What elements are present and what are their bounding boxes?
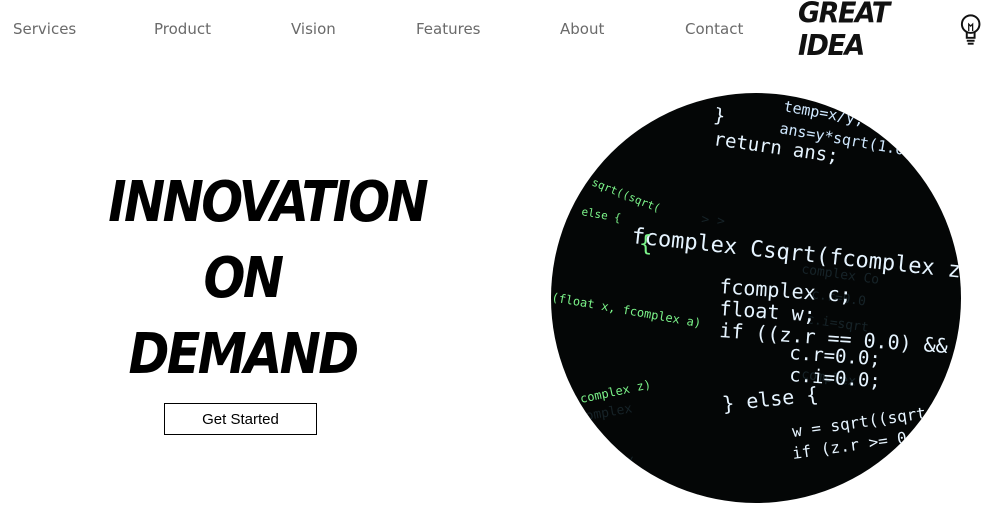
code-line: } bbox=[712, 104, 726, 127]
nav-link-contact[interactable]: Contact bbox=[685, 20, 743, 38]
svg-text:> >: > > bbox=[701, 212, 726, 229]
hero-title: INNOVATION ON DEMAND bbox=[108, 165, 429, 393]
lightbulb-icon bbox=[960, 14, 981, 45]
nav-link-about[interactable]: About bbox=[560, 20, 604, 38]
hero-title-line: INNOVATION bbox=[108, 170, 429, 235]
nav-link-features[interactable]: Features bbox=[416, 20, 481, 38]
logo-text: GREAT IDEA bbox=[798, 0, 890, 63]
nav-link-services[interactable]: Services bbox=[13, 20, 76, 38]
code-image-graphic: complex Co c.r=0.0 c.i=sqrt complex fcom… bbox=[551, 97, 961, 477]
code-line: } else { bbox=[721, 382, 819, 416]
hero-title-line: DEMAND bbox=[128, 322, 359, 387]
code-line: complex z) bbox=[579, 377, 653, 406]
code-image: complex Co c.r=0.0 c.i=sqrt complex fcom… bbox=[551, 93, 961, 503]
get-started-button[interactable]: Get Started bbox=[164, 403, 317, 435]
code-line: else { bbox=[580, 205, 621, 225]
code-line: (float x, fcomplex a) bbox=[551, 290, 702, 330]
top-navigation: Services Product Vision Features About C… bbox=[0, 0, 982, 63]
nav-link-vision[interactable]: Vision bbox=[291, 20, 336, 38]
svg-text:float x: float x bbox=[579, 453, 636, 477]
nav-link-product[interactable]: Product bbox=[154, 20, 211, 38]
svg-text:fcomplex: fcomplex bbox=[569, 401, 633, 427]
code-line: { bbox=[639, 232, 652, 257]
site-logo[interactable]: GREAT IDEA bbox=[798, 0, 982, 63]
code-line: fcomplex Csqrt(fcomplex z) bbox=[630, 224, 961, 285]
hero-title-line: ON bbox=[203, 246, 285, 311]
